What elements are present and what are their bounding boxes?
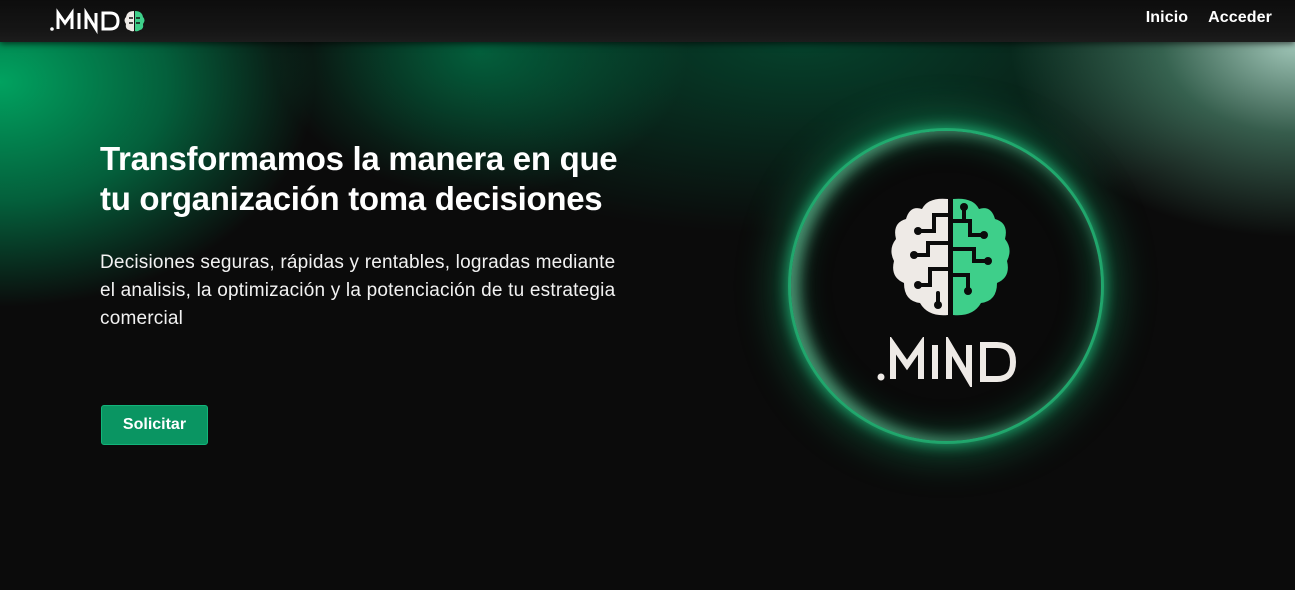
hero-subtitle: Decisiones seguras, rápidas y rentables,… (100, 252, 616, 329)
logo-wordmark (877, 337, 1017, 387)
nav-link-acceder[interactable]: Acceder (1208, 9, 1272, 27)
nav-links: Inicio Acceder (1146, 9, 1272, 27)
hero-title: Transformamos la manera en que tu organi… (100, 140, 618, 217)
navbar: Inicio Acceder (0, 0, 1295, 42)
hero-section: Transformamos la manera en que tu organi… (0, 42, 1295, 590)
hero-logo (785, 127, 1120, 462)
nav-link-inicio[interactable]: Inicio (1146, 9, 1188, 27)
hero-text: Transformamos la manera en que tu organi… (100, 139, 620, 333)
solicitar-button[interactable]: Solicitar (101, 405, 208, 445)
brain-circuit-icon (891, 198, 1010, 316)
brand-logo[interactable] (48, 7, 148, 35)
